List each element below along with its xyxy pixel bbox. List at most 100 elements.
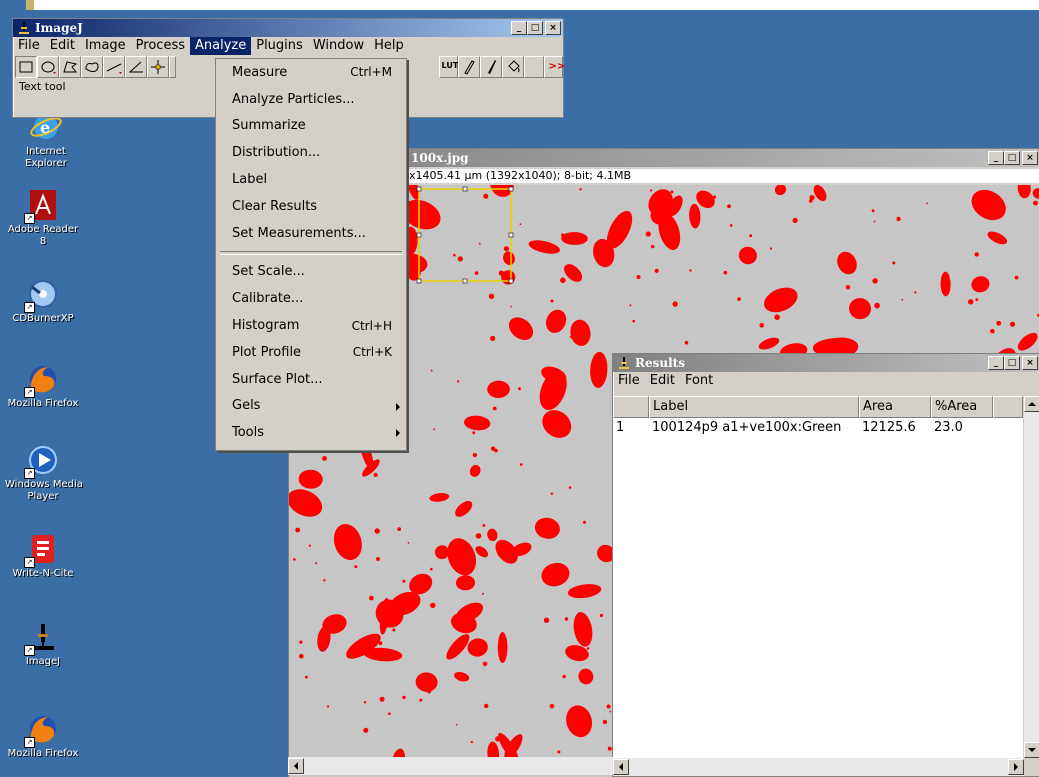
maximize-button[interactable]: □ [1004, 151, 1020, 165]
firefox-icon: ↗ [24, 712, 60, 748]
oval-tool-icon[interactable] [37, 56, 59, 78]
menu-item-summarize[interactable]: Summarize [216, 113, 406, 140]
desktop-icon-label: ImageJ [25, 656, 61, 667]
shortcut: Ctrl+K [352, 345, 392, 360]
menu-plugins[interactable]: Plugins [251, 37, 308, 55]
menu-item-calibrate[interactable]: Calibrate... [216, 285, 406, 312]
menu-item-histogram[interactable]: Histogram Ctrl+H [216, 312, 406, 339]
column-header-pct-area[interactable]: %Area [931, 396, 993, 418]
desktop-icon-internet-explorer[interactable]: e Internet Explorer [8, 110, 84, 170]
desktop-icon-imagej[interactable]: ↗ ImageJ [5, 620, 81, 668]
desktop-icon-firefox-1[interactable]: ↗ Mozilla Firefox [5, 362, 81, 410]
minimize-button[interactable]: _ [511, 21, 527, 35]
brush-tool-icon[interactable] [480, 56, 503, 78]
polygon-tool-icon[interactable] [59, 56, 81, 78]
menu-item-gels[interactable]: Gels [216, 393, 406, 420]
horizontal-scrollbar[interactable] [613, 758, 1024, 776]
wand-tool-icon[interactable] [169, 56, 177, 78]
menu-file[interactable]: File [13, 37, 45, 55]
imagej-app-icon [17, 21, 31, 35]
menu-item-label[interactable]: Label [216, 166, 406, 193]
results-menu-file[interactable]: File [613, 372, 645, 390]
desktop-top-strip [0, 0, 1039, 10]
results-menu-font[interactable]: Font [680, 372, 718, 390]
results-window: Results _ □ × File Edit Font Label Area … [612, 353, 1039, 777]
menu-window[interactable]: Window [308, 37, 369, 55]
menu-item-set-measurements[interactable]: Set Measurements... [216, 220, 406, 247]
desktop-icon-adobe-reader[interactable]: ↗ Adobe Reader 8 [5, 188, 81, 248]
desktop-icon-label: Windows Media Player [5, 479, 83, 502]
write-n-cite-icon: ↗ [24, 532, 60, 568]
imagej-titlebar[interactable]: ImageJ _ □ × [13, 19, 563, 37]
minimize-button[interactable]: _ [988, 151, 1004, 165]
lut-icon[interactable]: LUT [438, 56, 458, 78]
cell-area: 12125.6 [862, 420, 916, 435]
scroll-up-icon[interactable] [1024, 396, 1039, 412]
results-titlebar[interactable]: Results _ □ × [613, 354, 1039, 372]
menu-item-tools[interactable]: Tools [216, 419, 406, 446]
vertical-scrollbar[interactable] [1024, 396, 1039, 758]
maximize-button[interactable]: □ [527, 21, 543, 35]
close-button[interactable]: × [1022, 356, 1038, 370]
scroll-left-icon[interactable] [613, 759, 629, 775]
desktop-icon-cdburnerxp[interactable]: ↗ CDBurnerXP [5, 277, 81, 325]
results-table-header: Label Area %Area [613, 396, 1039, 418]
results-title: Results [635, 356, 685, 370]
column-header-index[interactable] [613, 396, 649, 418]
flood-fill-tool-icon[interactable] [502, 56, 525, 78]
column-header-area[interactable]: Area [859, 396, 931, 418]
menu-separator [220, 250, 402, 255]
close-button[interactable]: × [1022, 151, 1038, 165]
svg-text:e: e [40, 118, 50, 137]
shortcut: Ctrl+M [350, 65, 392, 80]
submenu-arrow-icon [396, 402, 400, 411]
desktop-icon-label: Mozilla Firefox [7, 748, 79, 759]
column-header-empty [993, 396, 1023, 418]
menu-help[interactable]: Help [369, 37, 409, 55]
menu-item-surface-plot[interactable]: Surface Plot... [216, 366, 406, 393]
firefox-icon: ↗ [24, 362, 60, 398]
rectangle-tool-icon[interactable] [15, 56, 37, 78]
imagej-icon: ↗ [24, 620, 60, 656]
scroll-down-icon[interactable] [1024, 742, 1039, 758]
minimize-button[interactable]: _ [988, 356, 1004, 370]
image-window-title: 100x.jpg [411, 151, 469, 165]
desktop-icon-label: Internet Explorer [25, 146, 67, 169]
menu-item-analyze-particles[interactable]: Analyze Particles... [216, 86, 406, 113]
freehand-tool-icon[interactable] [81, 56, 103, 78]
menu-item-clear-results[interactable]: Clear Results [216, 193, 406, 220]
imagej-menubar: File Edit Image Process Analyze Plugins … [13, 37, 563, 55]
point-tool-icon[interactable] [147, 56, 169, 78]
maximize-button[interactable]: □ [1004, 356, 1020, 370]
menu-process[interactable]: Process [131, 37, 190, 55]
more-tools-button[interactable]: >> [543, 56, 565, 78]
menu-edit[interactable]: Edit [45, 37, 80, 55]
line-tool-icon[interactable] [103, 56, 125, 78]
pencil-tool-icon[interactable] [458, 56, 481, 78]
imagej-app-icon [617, 356, 631, 370]
menu-analyze[interactable]: Analyze [190, 37, 252, 55]
results-table-body[interactable]: 1 100124p9 a1+ve100x:Green 12125.6 23.0 [613, 418, 1023, 758]
table-row[interactable]: 1 100124p9 a1+ve100x:Green 12125.6 23.0 [613, 418, 1023, 438]
windows-media-player-icon: ↗ [24, 443, 60, 479]
desktop-icon-label: Write-N-Cite [12, 568, 74, 579]
menu-item-measure[interactable]: Measure Ctrl+M [216, 59, 406, 86]
scroll-left-icon[interactable] [288, 758, 304, 774]
menu-item-plot-profile[interactable]: Plot Profile Ctrl+K [216, 339, 406, 366]
angle-tool-icon[interactable] [125, 56, 147, 78]
menu-item-set-scale[interactable]: Set Scale... [216, 259, 406, 286]
shortcut: Ctrl+H [351, 318, 392, 333]
menu-item-distribution[interactable]: Distribution... [216, 139, 406, 166]
desktop-icon-firefox-2[interactable]: ↗ Mozilla Firefox [5, 712, 81, 760]
menu-image[interactable]: Image [80, 37, 131, 55]
cell-pct-area: 23.0 [934, 420, 963, 435]
adobe-reader-icon: ↗ [24, 188, 60, 224]
column-header-label[interactable]: Label [649, 396, 859, 418]
desktop-icon-write-n-cite[interactable]: ↗ Write-N-Cite [5, 532, 81, 580]
desktop-icon-windows-media-player[interactable]: ↗ Windows Media Player [5, 443, 83, 503]
results-menu-edit[interactable]: Edit [645, 372, 680, 390]
submenu-arrow-icon [396, 429, 400, 438]
image-horizontal-scrollbar[interactable] [288, 757, 613, 775]
scroll-right-icon[interactable] [1008, 759, 1024, 775]
close-button[interactable]: × [545, 21, 561, 35]
